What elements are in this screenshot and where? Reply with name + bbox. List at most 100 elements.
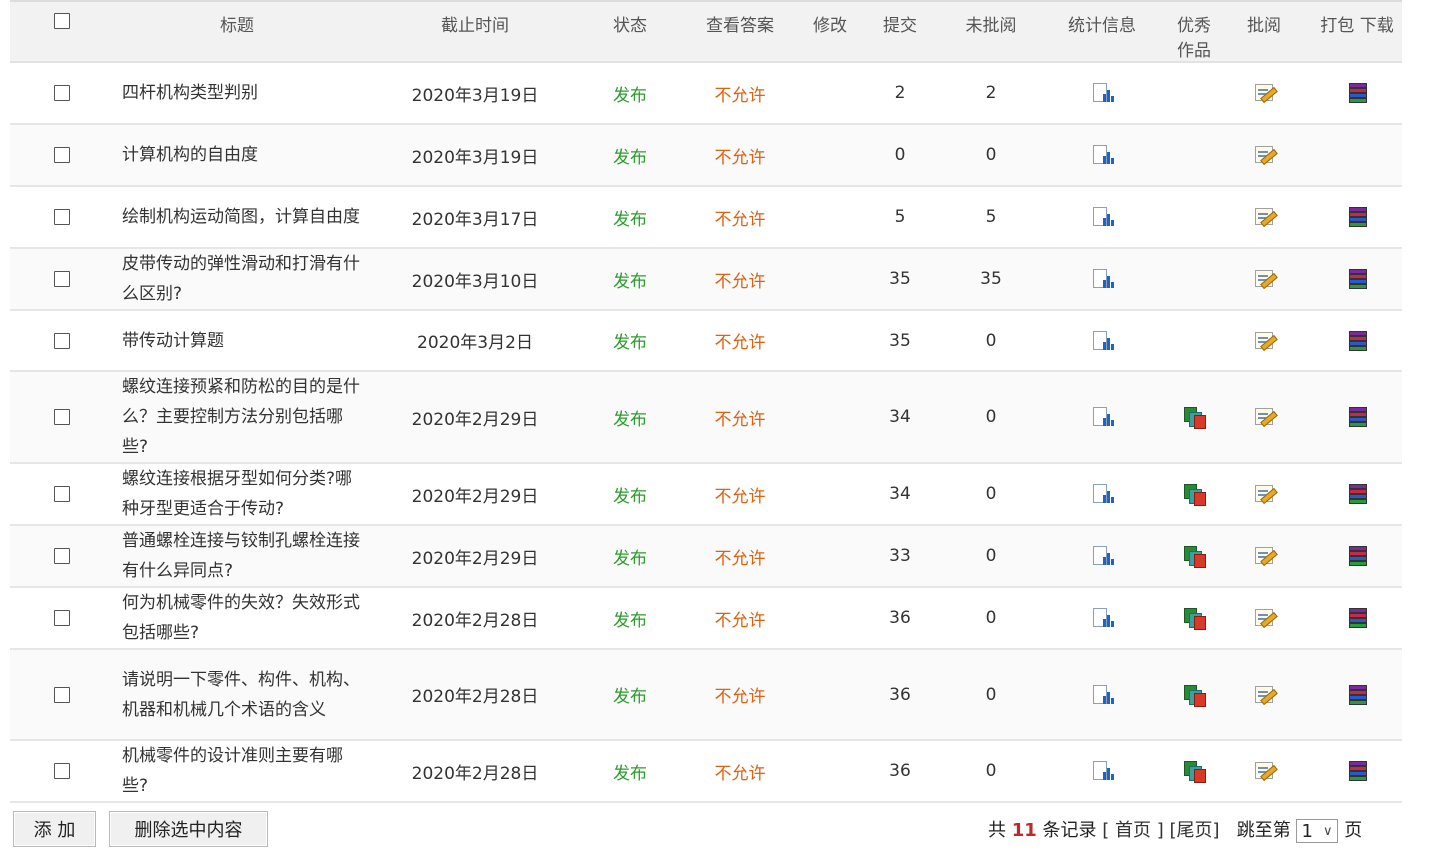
row-title[interactable]: 螺纹连接预紧和防松的目的是什么？主要控制方法分别包括哪些? (114, 371, 360, 463)
row-unreviewed: 5 (985, 207, 997, 227)
row-status[interactable]: 发布 (590, 371, 670, 463)
pack-download-icon[interactable] (1344, 205, 1370, 229)
first-page-link[interactable]: [ 首页 ] (1102, 820, 1164, 841)
row-status[interactable]: 发布 (590, 124, 670, 186)
excellent-work-icon[interactable] (1181, 606, 1207, 630)
page-select[interactable]: 1 ∨ (1296, 819, 1339, 843)
pack-download-icon[interactable] (1344, 81, 1370, 105)
row-stats-cell (1032, 186, 1172, 248)
row-status[interactable]: 发布 (590, 525, 670, 587)
pack-download-icon[interactable] (1344, 759, 1370, 783)
last-page-link[interactable]: [尾页] (1170, 820, 1220, 841)
row-stats-cell (1032, 649, 1172, 740)
pack-download-icon[interactable] (1344, 267, 1370, 291)
row-checkbox[interactable] (54, 486, 70, 502)
stats-icon[interactable] (1089, 482, 1115, 506)
review-icon[interactable] (1251, 759, 1278, 783)
row-select-cell (10, 124, 114, 186)
row-checkbox[interactable] (54, 409, 70, 425)
review-icon[interactable] (1251, 81, 1278, 105)
row-select-cell (10, 463, 114, 525)
row-status[interactable]: 发布 (590, 248, 670, 310)
row-title[interactable]: 请说明一下零件、构件、机构、机器和机械几个术语的含义 (114, 649, 360, 740)
pack-download-icon[interactable] (1344, 482, 1370, 506)
row-edit (810, 62, 850, 124)
row-checkbox[interactable] (54, 548, 70, 564)
row-checkbox[interactable] (54, 610, 70, 626)
row-title[interactable]: 螺纹连接根据牙型如何分类?哪种牙型更适合于传动? (114, 463, 360, 525)
review-icon[interactable] (1251, 683, 1278, 707)
row-excellent-cell (1172, 248, 1216, 310)
row-checkbox[interactable] (54, 271, 70, 287)
row-answer-permission[interactable]: 不允许 (670, 248, 810, 310)
stats-icon[interactable] (1089, 683, 1115, 707)
row-checkbox[interactable] (54, 85, 70, 101)
row-answer-permission[interactable]: 不允许 (670, 186, 810, 248)
row-status[interactable]: 发布 (590, 186, 670, 248)
row-checkbox[interactable] (54, 763, 70, 779)
stats-icon[interactable] (1089, 405, 1115, 429)
pack-download-icon[interactable] (1344, 329, 1370, 353)
row-submitted: 34 (889, 407, 911, 427)
select-all-checkbox[interactable] (54, 13, 70, 29)
row-checkbox[interactable] (54, 147, 70, 163)
row-checkbox[interactable] (54, 332, 70, 349)
delete-selected-button[interactable]: 删除选中内容 (109, 811, 268, 847)
stats-icon[interactable] (1089, 267, 1115, 291)
table-row: 请说明一下零件、构件、机构、机器和机械几个术语的含义 2020年2月28日 发布 不允… (10, 649, 1402, 740)
row-unreviewed: 0 (985, 407, 997, 427)
stats-icon[interactable] (1089, 544, 1115, 568)
row-answer-permission[interactable]: 不允许 (670, 525, 810, 587)
review-icon[interactable] (1251, 143, 1278, 167)
stats-icon[interactable] (1089, 205, 1115, 229)
pack-download-icon[interactable] (1344, 544, 1370, 568)
review-icon[interactable] (1251, 606, 1278, 630)
row-answer-permission[interactable]: 不允许 (670, 587, 810, 649)
excellent-work-icon[interactable] (1181, 405, 1207, 429)
row-select-cell (10, 310, 114, 371)
row-title[interactable]: 绘制机构运动简图，计算自由度 (114, 186, 360, 248)
row-answer-permission[interactable]: 不允许 (670, 62, 810, 124)
row-checkbox[interactable] (54, 209, 70, 225)
review-icon[interactable] (1251, 544, 1278, 568)
row-title[interactable]: 何为机械零件的失效？失效形式包括哪些? (114, 587, 360, 649)
review-icon[interactable] (1251, 205, 1278, 229)
row-title[interactable]: 带传动计算题 (114, 310, 360, 371)
row-status[interactable]: 发布 (590, 62, 670, 124)
row-title[interactable]: 计算机构的自由度 (114, 124, 360, 186)
review-icon[interactable] (1251, 405, 1278, 429)
pack-download-icon[interactable] (1344, 405, 1370, 429)
review-icon[interactable] (1251, 482, 1278, 506)
row-answer-permission[interactable]: 不允许 (670, 463, 810, 525)
table-row: 螺纹连接根据牙型如何分类?哪种牙型更适合于传动? 2020年2月29日 发布 不允许 3… (10, 463, 1402, 525)
row-status[interactable]: 发布 (590, 587, 670, 649)
add-button[interactable]: 添 加 (13, 811, 96, 847)
stats-icon[interactable] (1089, 81, 1115, 105)
header-stats: 统计信息 (1032, 0, 1172, 63)
row-answer-permission[interactable]: 不允许 (670, 371, 810, 463)
row-title[interactable]: 四杆机构类型判别 (114, 62, 360, 124)
excellent-work-icon[interactable] (1181, 482, 1207, 506)
excellent-work-icon[interactable] (1181, 683, 1207, 707)
stats-icon[interactable] (1089, 143, 1115, 167)
pack-download-icon[interactable] (1344, 606, 1370, 630)
review-icon[interactable] (1251, 267, 1278, 291)
excellent-work-icon[interactable] (1181, 759, 1207, 783)
row-title[interactable]: 普通螺栓连接与铰制孔螺栓连接有什么异同点? (114, 525, 360, 587)
row-status[interactable]: 发布 (590, 463, 670, 525)
stats-icon[interactable] (1089, 329, 1115, 353)
pack-download-icon[interactable] (1344, 683, 1370, 707)
row-answer-permission[interactable]: 不允许 (670, 124, 810, 186)
row-checkbox[interactable] (54, 686, 70, 703)
row-deadline: 2020年2月29日 (411, 548, 539, 569)
row-answer-permission[interactable]: 不允许 (670, 310, 810, 371)
row-status[interactable]: 发布 (590, 649, 670, 740)
stats-icon[interactable] (1089, 606, 1115, 630)
review-icon[interactable] (1251, 329, 1278, 353)
stats-icon[interactable] (1089, 759, 1115, 783)
row-pack-cell (1312, 248, 1402, 310)
row-title[interactable]: 皮带传动的弹性滑动和打滑有什么区别? (114, 248, 360, 310)
excellent-work-icon[interactable] (1181, 544, 1207, 568)
row-status[interactable]: 发布 (590, 310, 670, 371)
row-answer-permission[interactable]: 不允许 (670, 649, 810, 740)
